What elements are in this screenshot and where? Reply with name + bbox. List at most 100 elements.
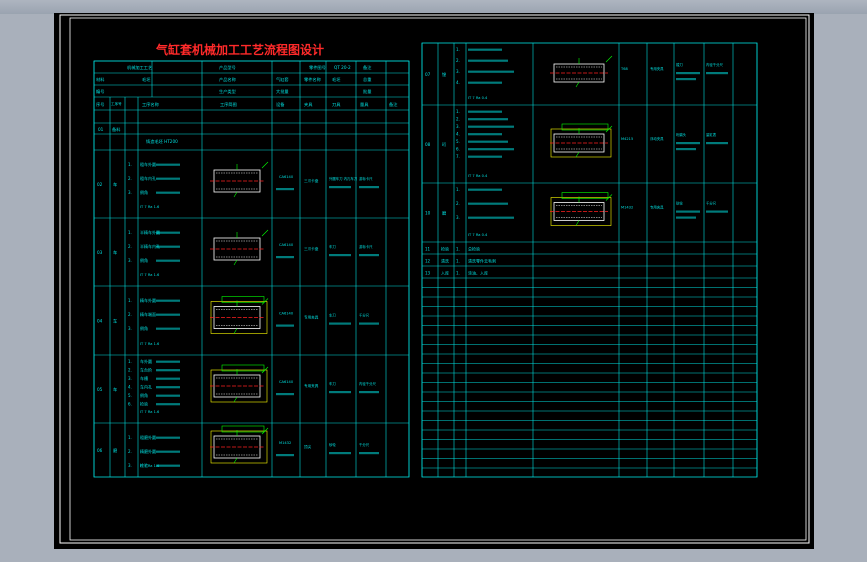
part-outline [213, 237, 261, 261]
part-outline [213, 435, 261, 459]
dense-text-mark [156, 403, 180, 406]
header-value-blank: 毛坯 [332, 76, 341, 82]
dense-text-mark [468, 59, 508, 62]
step-content: 车槽 [140, 375, 148, 381]
row-tool: 车刀 [329, 381, 336, 386]
row-fixture: 顶尖 [304, 444, 312, 449]
dense-text-mark [468, 140, 508, 143]
step-number: 1. [128, 162, 132, 167]
step-number: 1. [456, 259, 460, 264]
operation-sketch [210, 229, 269, 266]
leader-line [233, 457, 238, 464]
dense-text-mark [468, 202, 508, 205]
column-header-equipment: 设备 [276, 101, 285, 108]
row-op-name: 磨 [442, 210, 447, 217]
step-content: 精车端面 [140, 311, 156, 317]
dense-text-mark [706, 72, 728, 75]
leader-line [605, 55, 613, 63]
row-tool: 外圆车刀 内孔车刀 [329, 176, 358, 181]
dense-text-mark [276, 256, 294, 259]
column-header-gauge: 量具 [360, 101, 369, 108]
step-number: 1. [128, 359, 132, 364]
header-label-weight: 总重 [363, 76, 371, 82]
cad-drawing-canvas[interactable]: 气缸套机械加工工艺流程图设计 机械加工工艺 产品型号 零件图号 QT 20-2 备注 材料… [54, 13, 814, 549]
row-equipment: T68 [620, 67, 628, 71]
step-number: 3. [456, 215, 460, 220]
step-number: 6. [128, 402, 132, 407]
row-op-content: 涂油、入库 [468, 270, 488, 276]
dense-text-mark [276, 324, 294, 327]
row-equipment: M1432 [279, 441, 291, 445]
dense-text-mark [156, 231, 180, 234]
row-op-number: 10 [425, 211, 431, 216]
leader-line [575, 220, 580, 226]
leader-line [233, 191, 238, 198]
tolerance-note: IT 7 Ra 1.6 [140, 342, 160, 346]
step-number: 1. [128, 298, 132, 303]
dense-text-mark [156, 299, 180, 302]
row-op-number: 02 [97, 182, 103, 187]
row-fixture: 专用夹具 [304, 383, 319, 388]
right-process-table: 07 镗 1. 2. 3. 4. IT 7 Ra 0.4 T68 专用夹具 镗刀 内径千分尺 08 珩 1… [421, 42, 758, 478]
step-number: 1. [456, 109, 460, 114]
step-content: 倒角 [140, 325, 148, 331]
row-op-name: 车 [113, 318, 117, 325]
row-tool: 珩磨头 [676, 132, 687, 137]
row-gauge: 游标卡尺 [359, 176, 373, 181]
dense-text-mark [156, 386, 180, 389]
dense-text-mark [359, 391, 379, 394]
step-content: 车外圆 [140, 358, 152, 364]
step-number: 2. [456, 58, 460, 63]
leader-line [575, 81, 580, 88]
row-op-content: 铸造毛坯 HT200 [146, 138, 178, 145]
dense-text-mark [468, 48, 502, 51]
step-number: 1. [456, 271, 460, 276]
step-number: 2. [128, 368, 132, 373]
row-tool: 砂轮 [329, 442, 336, 447]
dense-text-mark [706, 142, 728, 145]
dense-text-mark [156, 369, 180, 372]
row-op-number: 06 [97, 448, 103, 453]
step-number: 3. [456, 124, 460, 129]
row-op-name: 车 [113, 386, 117, 393]
dense-text-mark [676, 216, 696, 219]
step-number: 2. [456, 201, 460, 206]
header-label-part-name: 零件名称 [304, 76, 321, 83]
row-fixture: 三爪卡盘 [304, 246, 319, 251]
header-label-blank: 毛坯 [142, 76, 151, 82]
step-number: 2. [128, 176, 132, 181]
column-header-op-name: 工序名称 [142, 101, 159, 108]
drawing-title: 气缸套机械加工工艺流程图设计 [155, 42, 324, 57]
dense-text-mark [276, 454, 294, 457]
leader-line [575, 151, 580, 158]
dense-text-mark [329, 391, 351, 394]
cad-drawing: 气缸套机械加工工艺流程图设计 机械加工工艺 产品型号 零件图号 QT 20-2 备注材料… [59, 14, 810, 544]
drawing-frame [59, 14, 810, 544]
step-number: 5. [128, 393, 132, 398]
row-op-name: 磨 [113, 447, 118, 454]
row-op-name: 检验 [441, 246, 449, 252]
row-op-content: 总检验 [468, 246, 480, 252]
row-op-name: 车 [113, 181, 117, 188]
header-label-product-name: 产品名称 [219, 76, 236, 83]
row-equipment: CA6140 [279, 312, 294, 316]
row-gauge: 游标卡尺 [359, 244, 373, 249]
header-value-product: 气缸套 [276, 76, 289, 83]
step-number: 4. [128, 385, 132, 390]
step-number: 4. [456, 80, 460, 85]
row-gauge: 千分尺 [706, 201, 717, 206]
table-outer-border [93, 60, 410, 478]
step-content: 倒角 [140, 189, 148, 195]
dense-text-mark [156, 177, 180, 180]
row-equipment: CA6140 [279, 243, 294, 247]
dense-text-mark [468, 118, 508, 121]
tolerance-note: IT 7 Ra 1.6 [140, 273, 160, 277]
header-label-remark: 备注 [363, 64, 372, 71]
dense-text-mark [156, 327, 180, 330]
row-op-number: 13 [425, 271, 431, 276]
dense-text-mark [359, 452, 379, 455]
row-op-name: 备料 [112, 126, 121, 133]
dense-text-mark [156, 436, 180, 439]
step-number: 3. [456, 69, 460, 74]
step-content: 粗磨外圆 [140, 434, 156, 440]
